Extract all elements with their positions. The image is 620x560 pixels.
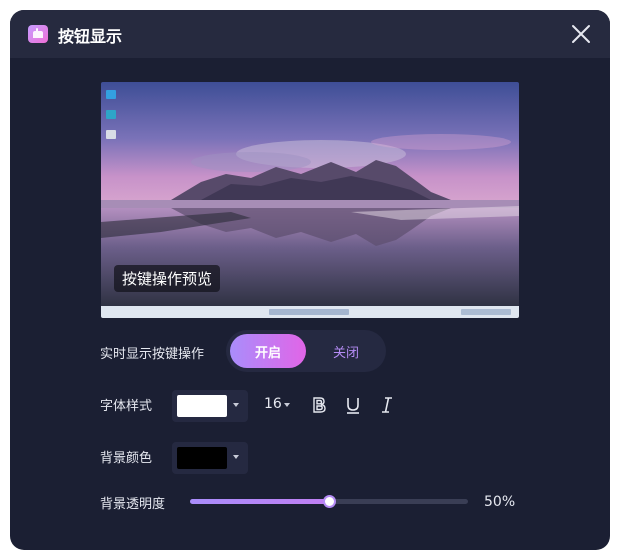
dialog-title: 按钮显示 xyxy=(58,27,123,46)
keyboard-hand-icon xyxy=(27,24,49,44)
opacity-slider-fill xyxy=(190,499,329,504)
desktop-icon xyxy=(106,90,116,99)
key-preview-area: 按键操作预览 xyxy=(101,82,519,318)
toggle-on-button[interactable]: 开启 xyxy=(230,334,306,368)
opacity-slider[interactable] xyxy=(190,495,468,508)
font-size-select[interactable]: 16 xyxy=(264,396,290,412)
preview-label: 按键操作预览 xyxy=(114,265,221,292)
chevron-down-icon xyxy=(233,455,239,459)
button-display-dialog: 按钮显示 按键操作预览 实时显示按键操作 开启 关闭 字体样式 16 背景颜色 … xyxy=(10,10,610,550)
italic-button[interactable] xyxy=(377,395,397,415)
chevron-down-icon xyxy=(233,403,239,407)
close-icon xyxy=(572,25,590,43)
font-style-label: 字体样式 xyxy=(100,399,153,414)
underline-button[interactable] xyxy=(343,395,363,415)
font-color-swatch xyxy=(177,395,227,417)
font-size-value: 16 xyxy=(264,396,282,412)
toggle-off-button[interactable]: 关闭 xyxy=(310,334,382,368)
bold-button[interactable] xyxy=(309,395,329,415)
background-color-label: 背景颜色 xyxy=(100,451,153,466)
background-color-picker[interactable] xyxy=(172,442,248,474)
close-button[interactable] xyxy=(570,23,592,45)
font-color-picker[interactable] xyxy=(172,390,248,422)
chevron-down-icon xyxy=(284,403,290,407)
title-bar: 按钮显示 xyxy=(10,10,610,58)
italic-icon xyxy=(382,397,392,413)
opacity-slider-thumb[interactable] xyxy=(323,495,336,508)
opacity-value: 50% xyxy=(484,494,516,510)
bold-icon xyxy=(313,397,326,413)
realtime-display-label: 实时显示按键操作 xyxy=(100,347,205,362)
background-opacity-label: 背景透明度 xyxy=(100,497,166,512)
background-color-swatch xyxy=(177,447,227,469)
underline-icon xyxy=(347,398,359,414)
realtime-toggle: 开启 关闭 xyxy=(226,330,386,372)
desktop-icon xyxy=(106,130,116,139)
desktop-icon xyxy=(106,110,116,119)
